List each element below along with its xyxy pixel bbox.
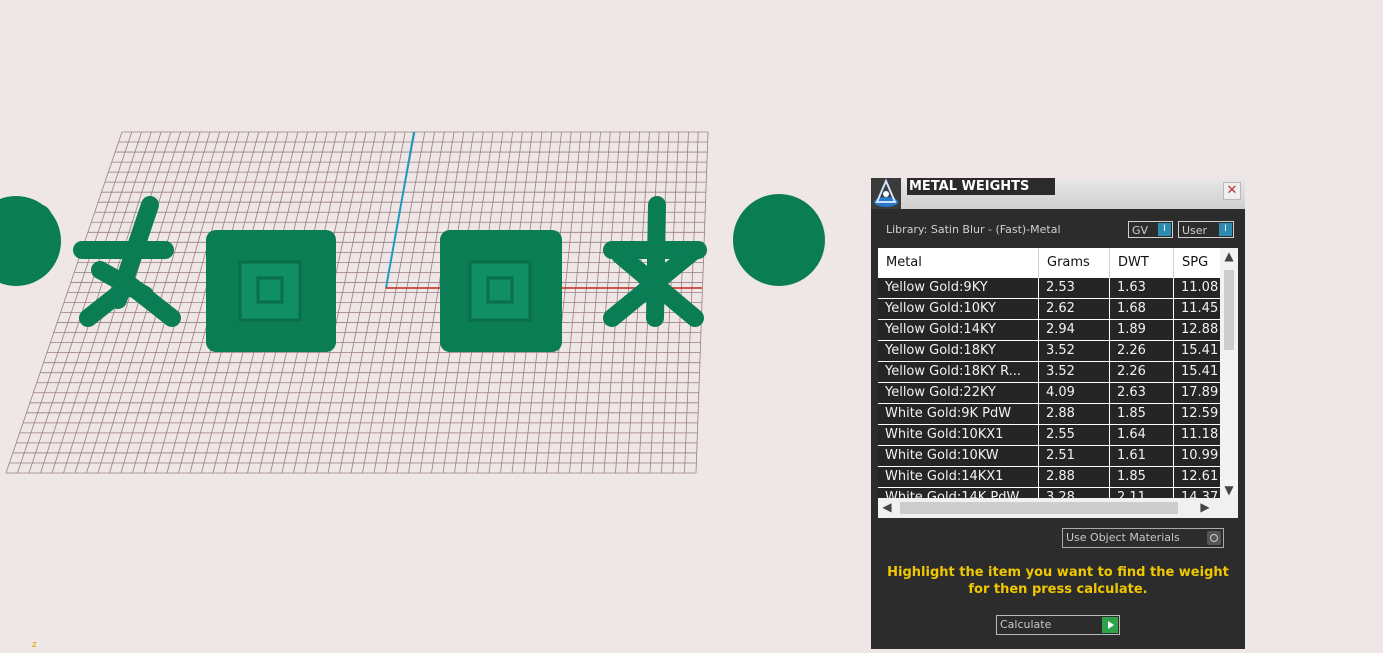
spg-cell: 12.61 (1174, 467, 1224, 487)
user-toggle-label: User (1182, 224, 1208, 237)
table-row[interactable]: Yellow Gold:18KY R... 3.52 2.26 15.41 (878, 362, 1224, 383)
metal-cell: Yellow Gold:22KY (878, 383, 1039, 403)
spg-cell: 11.08 (1174, 278, 1224, 298)
spg-cell: 15.41 (1174, 341, 1224, 361)
close-icon: ✕ (1226, 183, 1238, 198)
metal-cell: Yellow Gold:14KY (878, 320, 1039, 340)
scroll-left-icon[interactable]: ◀ (878, 500, 896, 514)
dwt-cell: 1.61 (1110, 446, 1174, 466)
dwt-cell: 1.89 (1110, 320, 1174, 340)
table-header: Metal Grams DWT SPG (878, 248, 1220, 278)
close-button[interactable]: ✕ (1223, 182, 1241, 200)
metal-cell: Yellow Gold:9KY (878, 278, 1039, 298)
dwt-cell: 1.64 (1110, 425, 1174, 445)
panel-titlebar[interactable]: METAL WEIGHTS ✕ (871, 178, 1245, 209)
scroll-right-icon[interactable]: ▶ (1196, 500, 1214, 514)
grams-cell: 2.88 (1039, 467, 1110, 487)
table-row[interactable]: White Gold:10KX1 2.55 1.64 11.18 (878, 425, 1224, 446)
spg-cell: 15.41 (1174, 362, 1224, 382)
use-object-materials-toggle[interactable]: Use Object Materials (1062, 528, 1224, 548)
dwt-cell: 1.85 (1110, 404, 1174, 424)
metal-cell: White Gold:14KX1 (878, 467, 1039, 487)
cube-model-left[interactable] (206, 230, 336, 352)
toggle-indicator-icon: I (1219, 223, 1232, 236)
table-row[interactable]: Yellow Gold:14KY 2.94 1.89 12.88 (878, 320, 1224, 341)
table-row[interactable]: Yellow Gold:9KY 2.53 1.63 11.08 (878, 278, 1224, 299)
metal-cell: White Gold:10KW (878, 446, 1039, 466)
panel-title: METAL WEIGHTS (907, 178, 1055, 195)
grams-cell: 2.53 (1039, 278, 1110, 298)
grams-cell: 2.62 (1039, 299, 1110, 319)
horizontal-scroll-thumb[interactable] (900, 502, 1178, 514)
dwt-cell: 2.63 (1110, 383, 1174, 403)
library-label: Library: Satin Blur - (Fast)-Metal (886, 223, 1061, 236)
calculate-button[interactable]: Calculate (996, 615, 1120, 635)
play-arrow-icon (1102, 617, 1118, 633)
table-row[interactable]: White Gold:9K PdW 2.88 1.85 12.59 (878, 404, 1224, 425)
table-row[interactable]: Yellow Gold:10KY 2.62 1.68 11.45 (878, 299, 1224, 320)
app-logo-icon (871, 178, 901, 209)
table-row[interactable]: White Gold:10KW 2.51 1.61 10.99 (878, 446, 1224, 467)
grams-cell: 2.51 (1039, 446, 1110, 466)
column-header-spg[interactable]: SPG (1174, 248, 1224, 278)
vertical-scroll-thumb[interactable] (1224, 270, 1234, 350)
spg-cell: 12.59 (1174, 404, 1224, 424)
dwt-cell: 1.63 (1110, 278, 1174, 298)
grams-cell: 2.88 (1039, 404, 1110, 424)
viewport-canvas[interactable] (0, 0, 860, 649)
metal-cell: Yellow Gold:18KY (878, 341, 1039, 361)
use-object-materials-label: Use Object Materials (1066, 531, 1180, 544)
table-row[interactable]: Yellow Gold:18KY 3.52 2.26 15.41 (878, 341, 1224, 362)
user-toggle[interactable]: User I (1178, 221, 1234, 238)
dwt-cell: 1.68 (1110, 299, 1174, 319)
spg-cell: 11.18 (1174, 425, 1224, 445)
table-row[interactable]: Yellow Gold:22KY 4.09 2.63 17.89 (878, 383, 1224, 404)
grams-cell: 3.52 (1039, 341, 1110, 361)
calculate-label: Calculate (1000, 618, 1052, 631)
toggle-indicator-icon: I (1158, 223, 1171, 236)
column-header-dwt[interactable]: DWT (1110, 248, 1174, 278)
grams-cell: 3.52 (1039, 362, 1110, 382)
radio-icon (1207, 531, 1221, 545)
metal-weights-panel: METAL WEIGHTS ✕ Library: Satin Blur - (F… (871, 178, 1245, 649)
dwt-cell: 2.26 (1110, 341, 1174, 361)
vertical-scrollbar[interactable]: ▲ ▼ (1220, 248, 1238, 498)
dwt-cell: 2.26 (1110, 362, 1174, 382)
spg-cell: 17.89 (1174, 383, 1224, 403)
cube-model-right[interactable] (440, 230, 562, 352)
spg-cell: 12.88 (1174, 320, 1224, 340)
table-row[interactable]: White Gold:14KX1 2.88 1.85 12.61 (878, 467, 1224, 488)
scroll-up-icon[interactable]: ▲ (1220, 249, 1238, 263)
ring-model-right[interactable] (733, 194, 825, 286)
grams-cell: 2.55 (1039, 425, 1110, 445)
column-header-metal[interactable]: Metal (878, 248, 1039, 278)
horizontal-scrollbar[interactable]: ◀ ▶ (878, 498, 1238, 518)
3d-viewport[interactable]: z (0, 0, 860, 650)
metal-cell: Yellow Gold:10KY (878, 299, 1039, 319)
spg-cell: 10.99 (1174, 446, 1224, 466)
dwt-cell: 1.85 (1110, 467, 1174, 487)
metal-cell: White Gold:9K PdW (878, 404, 1039, 424)
spg-cell: 11.45 (1174, 299, 1224, 319)
gv-toggle-label: GV (1132, 224, 1149, 237)
metal-cell: White Gold:10KX1 (878, 425, 1039, 445)
ring-model-left-lobe (24, 204, 52, 232)
column-header-grams[interactable]: Grams (1039, 248, 1110, 278)
scroll-down-icon[interactable]: ▼ (1220, 483, 1238, 497)
instruction-text: Highlight the item you want to find the … (887, 565, 1229, 597)
grams-cell: 2.94 (1039, 320, 1110, 340)
grams-cell: 4.09 (1039, 383, 1110, 403)
table-body: Yellow Gold:9KY 2.53 1.63 11.08 Yellow Gold:… (878, 278, 1224, 509)
gv-toggle[interactable]: GV I (1128, 221, 1173, 238)
metal-cell: Yellow Gold:18KY R... (878, 362, 1039, 382)
metal-table[interactable]: Metal Grams DWT SPG Yellow Gold:9KY 2.53 1… (878, 248, 1238, 518)
